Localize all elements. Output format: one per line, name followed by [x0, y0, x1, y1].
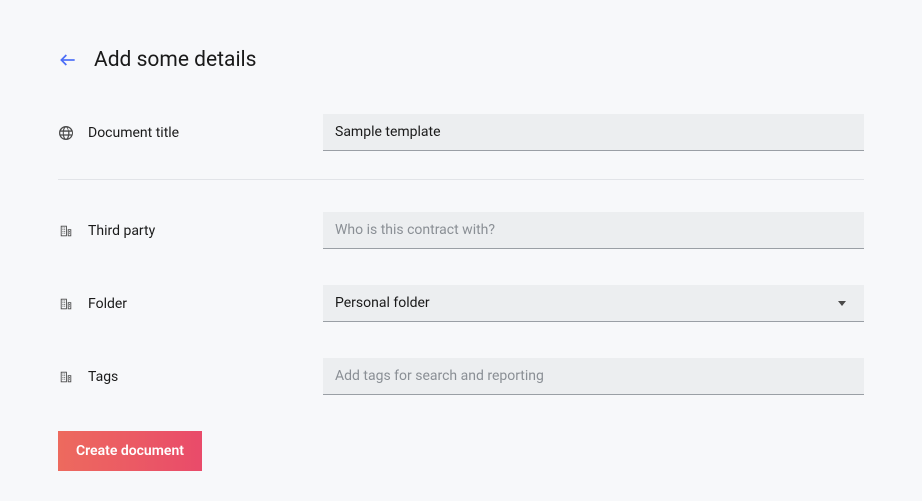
- label-tags: Tags: [58, 369, 323, 385]
- page-header: Add some details: [58, 48, 864, 72]
- label-third-party: Third party: [58, 223, 323, 239]
- label-text-folder: Folder: [88, 296, 127, 312]
- folder-icon: [58, 296, 74, 312]
- row-folder: Folder Personal folder: [58, 285, 864, 322]
- row-document-title: Document title: [58, 114, 864, 151]
- document-title-input[interactable]: [323, 114, 864, 151]
- third-party-input[interactable]: [323, 212, 864, 249]
- folder-select[interactable]: Personal folder: [323, 285, 864, 322]
- row-third-party: Third party: [58, 212, 864, 249]
- business-icon: [58, 223, 74, 239]
- page-title: Add some details: [94, 48, 257, 72]
- globe-icon: [58, 125, 74, 141]
- tags-icon: [58, 369, 74, 385]
- caret-down-icon: [838, 301, 846, 306]
- label-text-document-title: Document title: [88, 125, 179, 141]
- section-divider: [58, 179, 864, 180]
- label-document-title: Document title: [58, 125, 323, 141]
- label-text-third-party: Third party: [88, 223, 155, 239]
- label-text-tags: Tags: [88, 369, 118, 385]
- back-arrow-icon[interactable]: [58, 50, 78, 70]
- tags-input[interactable]: [323, 358, 864, 395]
- create-document-button[interactable]: Create document: [58, 431, 202, 471]
- label-folder: Folder: [58, 296, 323, 312]
- row-tags: Tags: [58, 358, 864, 395]
- folder-selected-value: Personal folder: [335, 295, 430, 311]
